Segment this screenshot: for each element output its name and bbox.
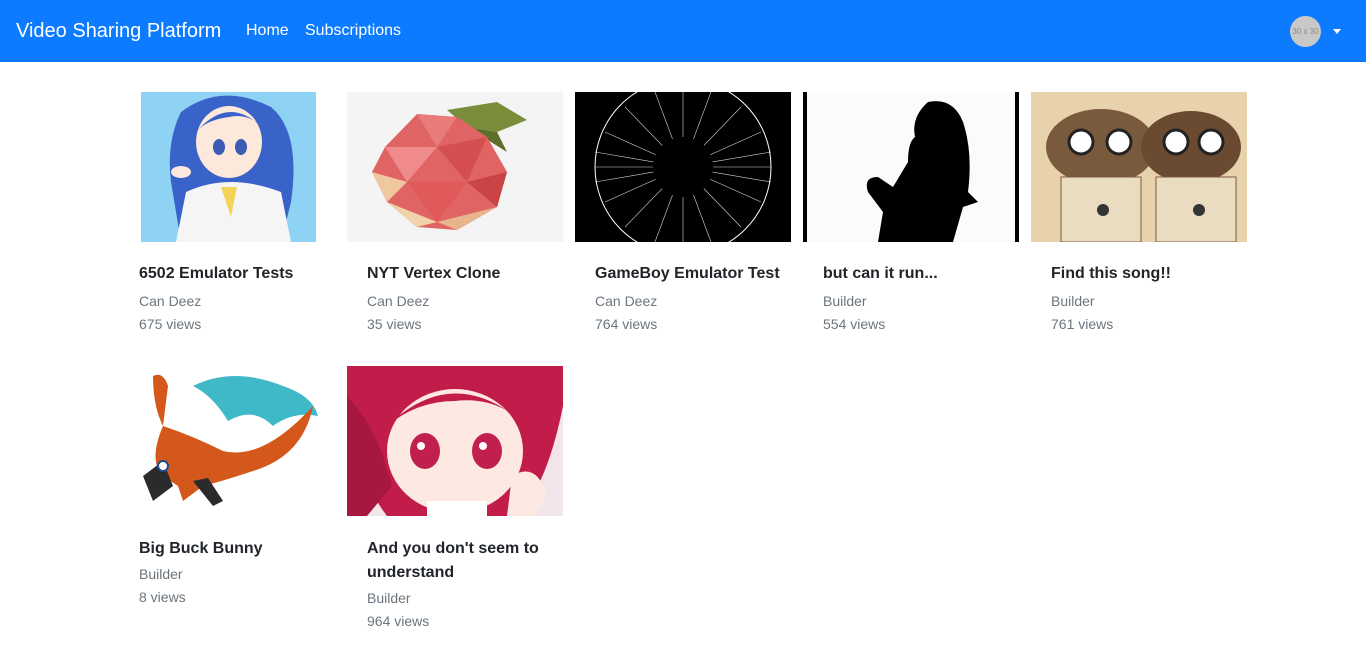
avatar[interactable]: 30 x 30 xyxy=(1290,16,1321,47)
video-title[interactable]: GameBoy Emulator Test xyxy=(595,262,805,286)
video-thumbnail[interactable] xyxy=(347,366,563,516)
video-title[interactable]: Big Buck Bunny xyxy=(139,537,349,561)
nav-home-link[interactable]: Home xyxy=(246,21,289,41)
chevron-down-icon[interactable] xyxy=(1333,29,1341,34)
video-thumbnail[interactable] xyxy=(141,92,316,242)
video-views: 35 views xyxy=(367,316,422,332)
video-views: 964 views xyxy=(367,613,430,629)
video-thumbnail[interactable] xyxy=(803,92,1019,242)
video-title[interactable]: 6502 Emulator Tests xyxy=(139,262,349,286)
video-channel[interactable]: Can Deez xyxy=(595,292,657,310)
video-channel[interactable]: Builder xyxy=(823,292,867,310)
navbar: Video Sharing Platform Home Subscription… xyxy=(0,0,1366,62)
video-title[interactable]: NYT Vertex Clone xyxy=(367,262,577,286)
video-thumbnail[interactable] xyxy=(1031,92,1247,242)
video-views: 554 views xyxy=(823,316,886,332)
video-channel[interactable]: Builder xyxy=(139,565,183,583)
video-views: 764 views xyxy=(595,316,658,332)
video-title[interactable]: but can it run... xyxy=(823,262,1033,286)
video-channel[interactable]: Can Deez xyxy=(139,292,201,310)
video-thumbnail[interactable] xyxy=(347,92,563,242)
video-channel[interactable]: Builder xyxy=(367,589,411,607)
brand-title[interactable]: Video Sharing Platform xyxy=(16,19,221,43)
video-thumbnail[interactable] xyxy=(133,366,323,516)
video-channel[interactable]: Can Deez xyxy=(367,292,429,310)
video-title[interactable]: And you don't seem to understand xyxy=(367,537,557,585)
video-thumbnail[interactable] xyxy=(575,92,791,242)
video-channel[interactable]: Builder xyxy=(1051,292,1095,310)
video-views: 761 views xyxy=(1051,316,1114,332)
video-views: 8 views xyxy=(139,589,186,605)
video-views: 675 views xyxy=(139,316,202,332)
video-title[interactable]: Find this song!! xyxy=(1051,262,1261,286)
nav-subscriptions-link[interactable]: Subscriptions xyxy=(305,21,401,41)
